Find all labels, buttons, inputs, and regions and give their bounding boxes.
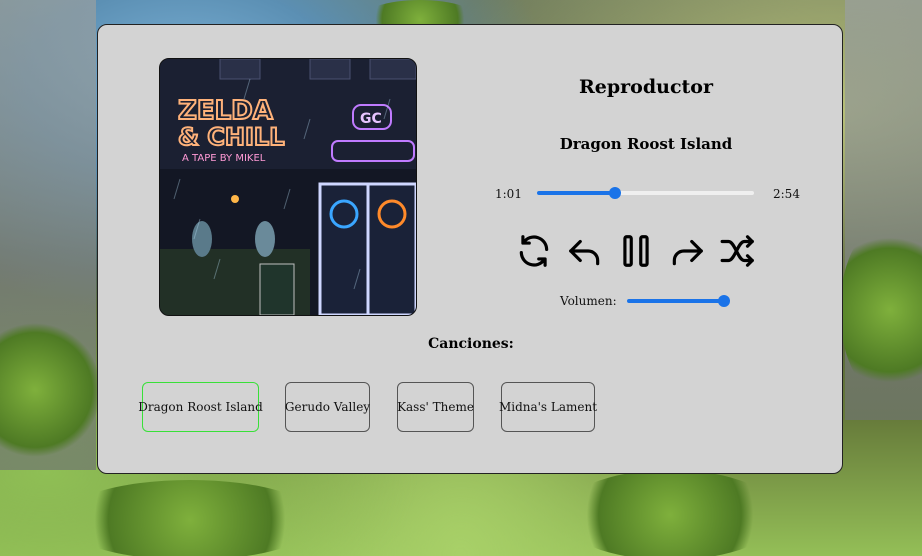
player-title: Reproductor [579, 76, 713, 98]
album-cover: ZELDA & CHILL A TAPE BY MIKEL GC [159, 58, 417, 316]
total-time: 2:54 [773, 187, 800, 201]
shuffle-icon [720, 235, 754, 267]
song-button-gerudo-valley[interactable]: Gerudo Valley [285, 382, 370, 432]
svg-text:& CHILL: & CHILL [178, 123, 285, 151]
svg-text:A TAPE BY MIKEL: A TAPE BY MIKEL [182, 153, 266, 164]
song-button-midnas-lament[interactable]: Midna's Lament [499, 382, 597, 432]
svg-text:GC: GC [360, 111, 382, 127]
volume-label: Volumen: [560, 294, 617, 308]
song-button-kass-theme[interactable]: Kass' Theme [397, 382, 474, 432]
pause-icon [623, 235, 649, 267]
pause-button[interactable] [616, 231, 656, 271]
volume-thumb[interactable] [718, 295, 730, 307]
svg-text:ZELDA: ZELDA [178, 96, 273, 126]
progress-thumb[interactable] [609, 187, 622, 199]
shuffle-button[interactable] [718, 231, 758, 271]
previous-icon [569, 239, 600, 266]
repeat-button[interactable] [514, 231, 554, 271]
progress-slider[interactable] [537, 187, 754, 199]
volume-fill [627, 299, 724, 303]
music-player-card: ZELDA & CHILL A TAPE BY MIKEL GC Reprodu… [97, 24, 843, 474]
previous-button[interactable] [565, 231, 605, 271]
now-playing-title: Dragon Roost Island [559, 135, 733, 153]
current-time: 1:01 [495, 187, 522, 201]
volume-slider[interactable] [627, 295, 730, 307]
playback-controls [514, 231, 764, 271]
next-button[interactable] [667, 231, 707, 271]
songs-heading: Canciones: [428, 336, 514, 352]
progress-fill [537, 191, 616, 195]
next-icon [672, 239, 703, 266]
album-cover-art: ZELDA & CHILL A TAPE BY MIKEL GC [160, 59, 416, 315]
background-foliage-5 [60, 480, 320, 556]
repeat-icon [519, 235, 549, 267]
background-foliage-4 [560, 470, 780, 556]
song-button-dragon-roost-island[interactable]: Dragon Roost Island [138, 382, 263, 432]
